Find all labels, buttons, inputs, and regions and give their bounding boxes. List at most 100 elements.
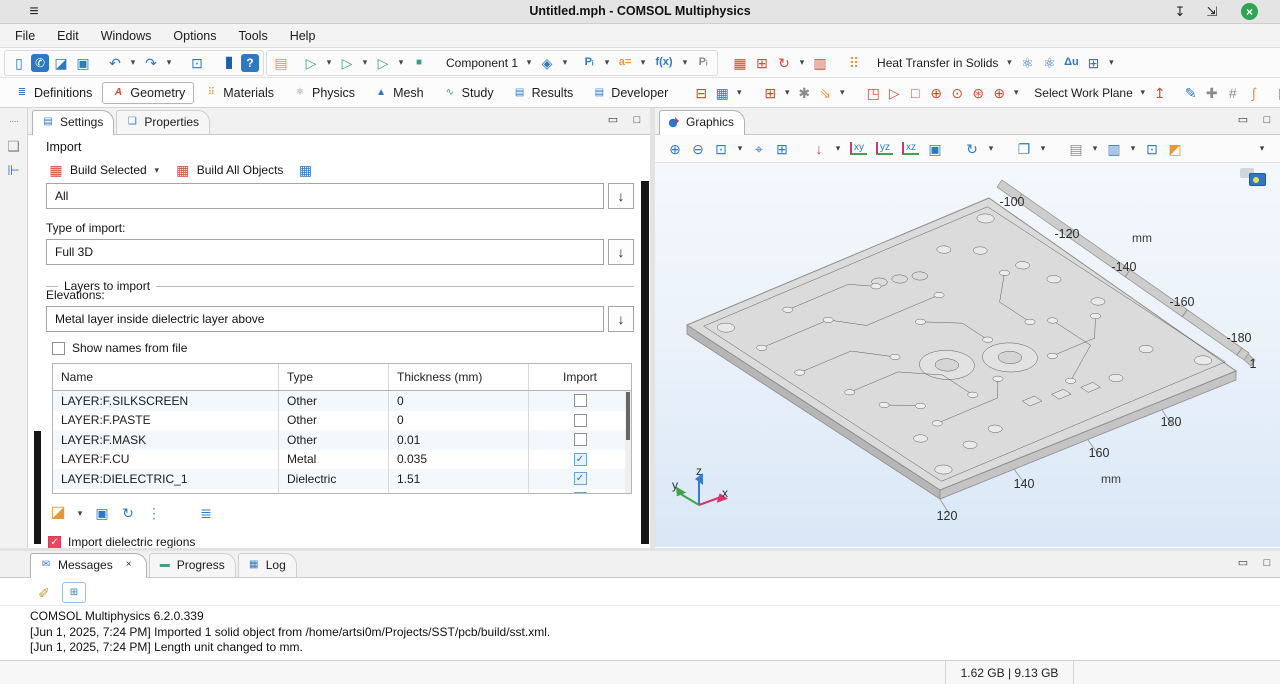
import-dielectric-row[interactable]: ✓ Import dielectric regions bbox=[48, 535, 195, 549]
block-primitive-icon[interactable]: ◳ bbox=[863, 83, 883, 103]
move-up-icon[interactable]: ⋮ bbox=[144, 503, 164, 523]
drag-handle-icon[interactable]: ···· bbox=[4, 112, 24, 132]
camera-projection-icon[interactable]: ▣ bbox=[925, 139, 945, 159]
save-file-icon[interactable]: ▣ bbox=[73, 53, 93, 73]
refresh-layers-icon[interactable]: ↻ bbox=[118, 503, 138, 523]
build-ghost-icon[interactable]: ▦ bbox=[295, 160, 315, 180]
graphics-minimize-icon[interactable]: ▭ bbox=[1236, 113, 1250, 127]
brush-layers-icon[interactable] bbox=[170, 503, 190, 523]
ribbon-tab-geometry[interactable]: AGeometry bbox=[102, 82, 194, 104]
virtual-operations-icon[interactable]: ⇘ bbox=[815, 83, 835, 103]
undo-caret-icon[interactable]: ▾ bbox=[127, 53, 139, 73]
tab-log[interactable]: ▦Log bbox=[238, 553, 297, 577]
model-tree-icon[interactable]: ▤ bbox=[271, 53, 291, 73]
import-checkbox[interactable] bbox=[574, 394, 587, 407]
table-row[interactable]: LAYER:F.CU Metal 0.035 ✓ bbox=[53, 450, 631, 470]
export-movie-icon[interactable]: ▥ bbox=[1104, 139, 1124, 159]
component-caret-icon[interactable]: ▾ bbox=[523, 53, 535, 73]
table-row[interactable]: LAYER:DIELECTRIC_1 Dielectric 1.51 ✓ bbox=[53, 469, 631, 489]
physics-selector-label[interactable]: Heat Transfer in Solids bbox=[874, 56, 1001, 70]
parameters-icon[interactable]: Pᵢ bbox=[579, 53, 599, 73]
source-field[interactable]: All bbox=[46, 183, 604, 209]
window-caret-icon[interactable]: ▾ bbox=[733, 83, 745, 103]
import-dielectric-checkbox[interactable]: ✓ bbox=[48, 536, 61, 549]
import-data-caret-icon[interactable]: ▾ bbox=[1105, 53, 1117, 73]
table-scrollbar[interactable] bbox=[625, 391, 631, 494]
ribbon-tab-physics[interactable]: ⚛Physics bbox=[284, 82, 364, 104]
build-selected-caret-icon[interactable]: ▾ bbox=[151, 160, 163, 180]
zoom-caret-icon[interactable]: ▾ bbox=[734, 139, 746, 159]
get-initial-value-icon[interactable]: ▷ bbox=[373, 53, 393, 73]
update-mesh-icon[interactable]: ↻ bbox=[774, 53, 794, 73]
transparency-caret-icon[interactable]: ▾ bbox=[1037, 139, 1049, 159]
print-image-icon[interactable]: ▤ bbox=[1066, 139, 1086, 159]
primitives-caret-icon[interactable]: ▾ bbox=[1010, 83, 1022, 103]
geometry-import-icon[interactable]: ⊞ bbox=[760, 83, 780, 103]
open-file-icon[interactable]: ◪ bbox=[51, 53, 71, 73]
add-material-icon[interactable]: ⠿ bbox=[844, 53, 864, 73]
build-selected-icon[interactable]: ▦ bbox=[46, 160, 66, 180]
zoom-box-icon[interactable]: ⊡ bbox=[711, 139, 731, 159]
layer-stack-icon[interactable]: ≣ bbox=[196, 503, 216, 523]
model-builder-collapsed-icon[interactable]: ⊩ bbox=[4, 160, 24, 180]
tab-settings[interactable]: ▤Settings bbox=[32, 110, 114, 135]
build-wand-icon[interactable]: ✱ bbox=[794, 83, 814, 103]
ribbon-tab-materials[interactable]: ⠿Materials bbox=[195, 82, 283, 104]
stop-icon[interactable]: ■ bbox=[409, 53, 429, 73]
dock-window-icon[interactable]: ↧ bbox=[1170, 2, 1190, 22]
mesh-grid-icon[interactable]: ▥ bbox=[810, 53, 830, 73]
add-multiphysics-icon[interactable]: ⚛ bbox=[1039, 53, 1059, 73]
cone-primitive-icon[interactable]: ▷ bbox=[884, 83, 904, 103]
add-component-caret-icon[interactable]: ▾ bbox=[559, 53, 571, 73]
geometry-import-caret-icon[interactable]: ▾ bbox=[781, 83, 793, 103]
transparency-icon[interactable]: ❐ bbox=[1014, 139, 1034, 159]
import-checkbox[interactable] bbox=[574, 414, 587, 427]
zoom-extents-icon[interactable]: ⌖ bbox=[749, 139, 769, 159]
zoom-in-icon[interactable]: ⊕ bbox=[665, 139, 685, 159]
compute-step-icon[interactable]: ▷ bbox=[301, 53, 321, 73]
table-row[interactable]: LAYER:F.PASTE Other 0 bbox=[53, 411, 631, 431]
tab-properties[interactable]: ❏Properties bbox=[116, 110, 210, 134]
rotate-caret-icon[interactable]: ▾ bbox=[985, 139, 997, 159]
functions-caret-icon[interactable]: ▾ bbox=[679, 53, 691, 73]
rectangle-primitive-icon[interactable]: □ bbox=[905, 83, 925, 103]
settings-minimize-icon[interactable]: ▭ bbox=[606, 113, 620, 127]
tab-messages[interactable]: ✉ Messages × bbox=[30, 553, 147, 578]
compute-step-caret-icon[interactable]: ▾ bbox=[323, 53, 335, 73]
table-row[interactable]: LAYER:F.SILKSCREEN Other 0 bbox=[53, 391, 631, 411]
import-checkbox[interactable]: ✓ bbox=[574, 492, 587, 494]
table-row[interactable]: LAYER:B.CU Metal 0.035 ✓ bbox=[53, 489, 631, 495]
sketch-icon[interactable]: ✎ bbox=[1181, 83, 1201, 103]
documentation-icon[interactable]: ▮ bbox=[219, 53, 239, 73]
import-mesh-icon[interactable]: ⊞ bbox=[752, 53, 772, 73]
open-messages-window-button[interactable]: ⊞ bbox=[62, 582, 86, 603]
more-primitives-icon[interactable]: ⊕ bbox=[989, 83, 1009, 103]
add-physics-icon[interactable]: ⚛ bbox=[1017, 53, 1037, 73]
more-tools-caret-icon[interactable]: ▾ bbox=[1256, 139, 1268, 159]
graphics-canvas[interactable]: -100 -120 mm -140 -160 -180 1 180 160 mm… bbox=[655, 163, 1280, 547]
ribbon-tab-definitions[interactable]: ≣Definitions bbox=[6, 82, 101, 104]
ribbon-tab-study[interactable]: ∿Study bbox=[434, 82, 503, 104]
view-xz-button[interactable]: xz bbox=[902, 142, 919, 155]
menu-windows[interactable]: Windows bbox=[90, 26, 163, 46]
helix-primitive-icon[interactable]: ⊛ bbox=[968, 83, 988, 103]
export-movie-caret-icon[interactable]: ▾ bbox=[1127, 139, 1139, 159]
settings-scrollbar-right[interactable] bbox=[641, 181, 649, 544]
physics-caret-icon[interactable]: ▾ bbox=[1003, 53, 1015, 73]
window-export-icon[interactable]: ⊟ bbox=[691, 83, 711, 103]
ribbon-tab-results[interactable]: ▤Results bbox=[504, 82, 583, 104]
fit-window-icon[interactable]: ⊞ bbox=[772, 139, 792, 159]
fillet-icon[interactable]: ∫ bbox=[1244, 83, 1264, 103]
messages-maximize-icon[interactable]: □ bbox=[1260, 556, 1274, 570]
add-study-icon[interactable]: Δu bbox=[1061, 53, 1081, 73]
settings-maximize-icon[interactable]: □ bbox=[630, 113, 644, 127]
get-initial-caret-icon[interactable]: ▾ bbox=[395, 53, 407, 73]
import-checkbox[interactable]: ✓ bbox=[574, 453, 587, 466]
snapshot-icon[interactable] bbox=[1249, 173, 1266, 186]
view-orientation-icon[interactable]: ↓ bbox=[809, 139, 829, 159]
component-selector-label[interactable]: Component 1 bbox=[443, 56, 521, 70]
select-box-icon[interactable]: ⊡ bbox=[1142, 139, 1162, 159]
ribbon-tab-developer[interactable]: ▤Developer bbox=[583, 82, 677, 104]
clear-messages-icon[interactable]: ✐ bbox=[34, 583, 54, 603]
view-yz-button[interactable]: yz bbox=[876, 142, 893, 155]
